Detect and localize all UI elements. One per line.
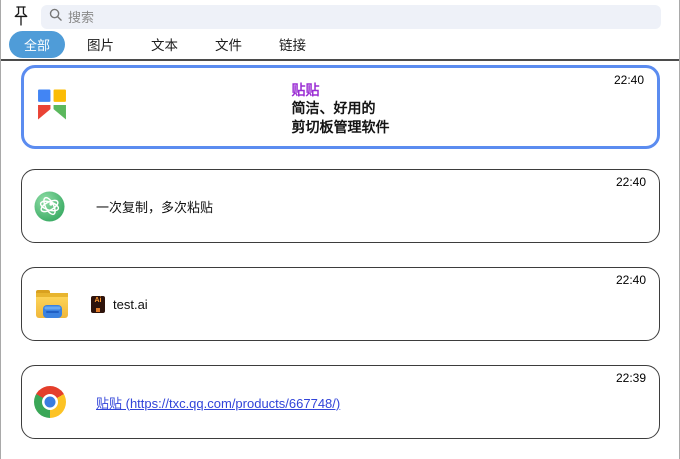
clipboard-link[interactable]: 贴贴 (https://txc.qq.com/products/667748/) xyxy=(96,393,340,412)
tab-files[interactable]: 文件 xyxy=(215,32,242,56)
text-content: 一次复制，多次粘贴 xyxy=(96,197,213,216)
ai-file-icon: Ai xyxy=(91,296,105,313)
chrome-icon xyxy=(34,386,66,418)
clipboard-list: 22:40 贴贴 简洁、好用的 剪切板管理软件 22:40 xyxy=(1,61,679,439)
ai-file-icon-label: Ai xyxy=(95,297,102,304)
rich-text-content: 贴贴 简洁、好用的 剪切板管理软件 xyxy=(292,68,390,146)
atom-app-icon xyxy=(34,191,65,222)
search-icon xyxy=(49,8,62,26)
search-box[interactable] xyxy=(41,5,661,29)
rich-text-title: 贴贴 xyxy=(292,81,320,99)
timestamp: 22:40 xyxy=(614,73,644,87)
tab-images[interactable]: 图片 xyxy=(87,32,114,56)
clipboard-card-text[interactable]: 22:40 xyxy=(21,169,660,243)
tab-text[interactable]: 文本 xyxy=(151,32,178,56)
tietie-logo-icon xyxy=(38,90,66,125)
timestamp: 22:40 xyxy=(616,175,646,189)
rich-text-line: 剪切板管理软件 xyxy=(292,118,390,137)
folder-icon xyxy=(34,288,70,320)
search-input[interactable] xyxy=(68,10,653,25)
timestamp: 22:39 xyxy=(616,371,646,385)
pushpin-icon xyxy=(12,5,30,30)
tab-links[interactable]: 链接 xyxy=(279,32,306,56)
clipboard-card-link[interactable]: 22:39 贴贴 (https://txc.qq.com/products/66… xyxy=(21,365,660,439)
filter-tabs: 全部 图片 文本 文件 链接 xyxy=(1,32,679,59)
timestamp: 22:40 xyxy=(616,273,646,287)
clipboard-card-richtext[interactable]: 22:40 贴贴 简洁、好用的 剪切板管理软件 xyxy=(21,65,660,149)
ai-file-icon-mark xyxy=(96,308,100,312)
tab-all[interactable]: 全部 xyxy=(9,31,65,58)
rich-text-line: 简洁、好用的 xyxy=(292,99,376,118)
clipboard-card-file[interactable]: 22:40 xyxy=(21,267,660,341)
top-bar xyxy=(1,0,679,32)
clipboard-manager-window: { "topbar": { "search": { "placeholder":… xyxy=(0,0,680,459)
file-name: test.ai xyxy=(113,297,148,312)
pin-button[interactable] xyxy=(9,4,33,30)
